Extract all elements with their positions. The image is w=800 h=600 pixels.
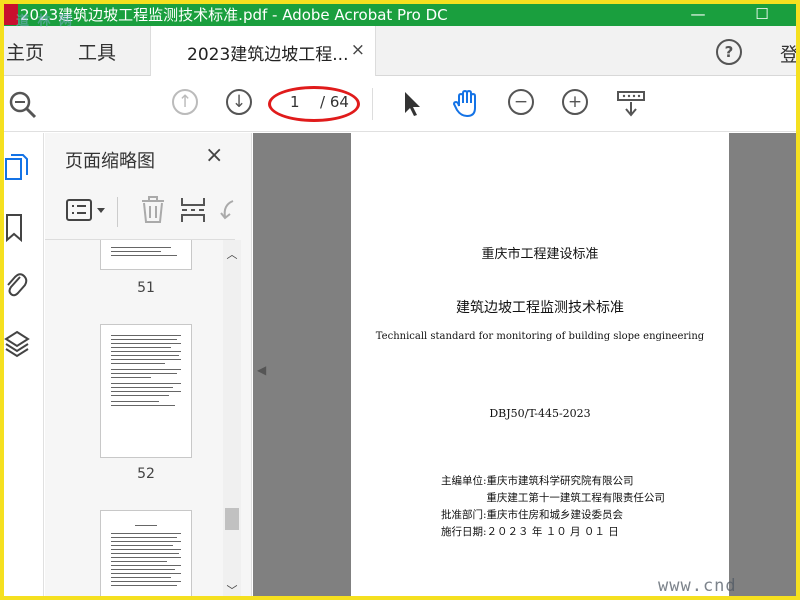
thumbnail-label: 52 xyxy=(137,466,155,482)
maximize-button[interactable]: ☐ xyxy=(744,4,780,26)
thumbnail-text-line xyxy=(111,363,165,364)
thumbnail-text-line xyxy=(111,557,181,558)
thumbnail-text-line xyxy=(111,545,173,546)
tools-menu[interactable]: 工具 xyxy=(78,38,116,65)
thumbnail-text-line xyxy=(111,533,181,534)
thumbnail-text-line xyxy=(111,387,173,388)
delete-page-icon[interactable] xyxy=(139,195,167,229)
panel-toolbar-divider xyxy=(117,197,118,227)
screenshot-frame: 2023建筑边坡工程监测技术标准.pdf - Adobe Acrobat Pro… xyxy=(0,0,800,600)
thumbnail-text-line xyxy=(111,565,181,566)
toolbar-divider xyxy=(372,88,373,120)
close-tab-icon[interactable]: × xyxy=(351,40,365,60)
next-page-icon[interactable]: ↓ xyxy=(226,89,252,115)
thumbnail-options-icon[interactable] xyxy=(65,197,109,227)
select-cursor-icon[interactable] xyxy=(400,90,424,122)
fit-page-icon[interactable] xyxy=(616,90,646,122)
page-thumbnail-51[interactable] xyxy=(100,240,192,270)
document-tab-label: 2023建筑边坡工程... xyxy=(187,45,349,65)
document-view[interactable]: ◀ 重庆市工程建设标准 建筑边坡工程监测技术标准 Technicall stan… xyxy=(253,133,796,596)
thumbnail-text-line xyxy=(111,585,177,586)
thumbnail-text-line xyxy=(111,553,179,554)
window-title: 2023建筑边坡工程监测技术标准.pdf - Adobe Acrobat Pro… xyxy=(20,6,448,24)
thumbnail-text-line xyxy=(111,247,171,248)
approval-department-line: 批准部门:重庆市住房和城乡建设委员会 xyxy=(441,509,624,521)
thumbnail-text-line xyxy=(111,573,181,574)
thumbnail-text-line xyxy=(111,377,151,378)
previous-page-icon[interactable]: ↑ xyxy=(172,89,198,115)
zoom-in-icon[interactable]: + xyxy=(562,89,588,115)
close-panel-icon[interactable]: × xyxy=(205,143,223,168)
document-page: 重庆市工程建设标准 建筑边坡工程监测技术标准 Technicall standa… xyxy=(351,133,729,596)
issuing-organization: 重庆市工程建设标准 xyxy=(481,247,599,262)
extract-page-icon[interactable] xyxy=(179,195,207,229)
collapse-panel-icon[interactable]: ◀ xyxy=(257,363,266,377)
thumbnail-text-line xyxy=(111,561,167,562)
thumbnail-text-line xyxy=(111,577,171,578)
thumbnail-text-line xyxy=(111,343,181,344)
scroll-down-icon[interactable]: ﹀ xyxy=(225,584,239,596)
title-bar: 2023建筑边坡工程监测技术标准.pdf - Adobe Acrobat Pro… xyxy=(4,4,796,26)
panel-toolbar xyxy=(45,189,252,229)
document-tab[interactable]: 2023建筑边坡工程... × xyxy=(150,26,376,76)
thumbnail-text-line xyxy=(111,405,175,406)
left-navigation-rail xyxy=(4,133,44,596)
thumbnail-text-line xyxy=(111,391,181,392)
thumbnail-text-line xyxy=(111,537,177,538)
help-icon[interactable]: ? xyxy=(716,39,742,65)
thumbnail-text-line xyxy=(111,569,175,570)
thumbnail-text-line xyxy=(111,335,181,336)
bookmark-icon[interactable] xyxy=(4,213,30,243)
thumbnail-text-line xyxy=(111,339,177,340)
page-thumbnails-icon[interactable] xyxy=(4,153,30,181)
page-thumbnail-53[interactable] xyxy=(100,510,192,596)
scrollbar-thumb[interactable] xyxy=(225,508,239,530)
effective-date-line: 施行日期:２０２３ 年 １０ 月 ０１ 日 xyxy=(441,526,619,538)
toolbar: ↑ ↓ 1 / 64 − + xyxy=(4,76,796,132)
co-editor-unit-line: 重庆建工第十一建筑工程有限责任公司 xyxy=(441,492,665,504)
thumbnail-scrollbar[interactable]: ︿ ﹀ xyxy=(223,240,241,596)
thumbnail-text-line xyxy=(111,251,161,252)
thumbnail-text-line xyxy=(111,395,169,396)
thumbnail-text-line xyxy=(111,401,159,402)
standard-code: DBJ50/T-445-2023 xyxy=(489,407,591,420)
thumbnail-text-line xyxy=(111,347,171,348)
thumbnail-text-line xyxy=(111,351,181,352)
watermark-bottom-right: www.cnd xyxy=(658,576,737,596)
watermark-top-left: 道 林 网 xyxy=(16,14,75,29)
layers-icon[interactable] xyxy=(4,329,30,358)
login-link[interactable]: 登 xyxy=(780,40,796,67)
search-zoom-icon[interactable] xyxy=(8,90,38,124)
thumbnail-text-line xyxy=(111,369,181,370)
thumbnail-text-line xyxy=(111,373,177,374)
thumbnail-text-line xyxy=(111,383,181,384)
thumbnail-text-line xyxy=(111,355,179,356)
home-menu[interactable]: 主页 xyxy=(6,38,44,65)
menu-tab-bar: 主页 工具 2023建筑边坡工程... × ? 登 xyxy=(4,26,796,76)
thumbnail-text-line xyxy=(111,549,181,550)
thumbnail-list[interactable]: 51 52 xyxy=(45,240,252,596)
thumbnail-label: 51 xyxy=(137,280,155,296)
document-title-cn: 建筑边坡工程监测技术标准 xyxy=(456,300,624,316)
minimize-button[interactable]: — xyxy=(680,4,716,26)
document-title-en: Technicall standard for monitoring of bu… xyxy=(375,331,705,342)
panel-title: 页面缩略图 xyxy=(65,151,155,172)
zoom-out-icon[interactable]: − xyxy=(508,89,534,115)
attachment-icon[interactable] xyxy=(4,269,30,297)
thumbnail-text-line xyxy=(111,581,181,582)
red-annotation-circle xyxy=(268,86,360,122)
thumbnail-text-line xyxy=(111,541,181,542)
hand-tool-icon[interactable] xyxy=(452,88,482,124)
page-thumbnail-52[interactable] xyxy=(100,324,192,458)
thumbnail-text-line xyxy=(135,525,157,526)
page-thumbnails-panel: 页面缩略图 × 51 52 ︿ ﹀ xyxy=(45,133,252,596)
rotate-page-icon[interactable] xyxy=(219,195,237,229)
thumbnail-text-line xyxy=(111,359,181,360)
editor-unit-line: 主编单位:重庆市建筑科学研究院有限公司 xyxy=(441,475,634,487)
thumbnail-text-line xyxy=(111,255,177,256)
scroll-up-icon[interactable]: ︿ xyxy=(225,248,239,262)
